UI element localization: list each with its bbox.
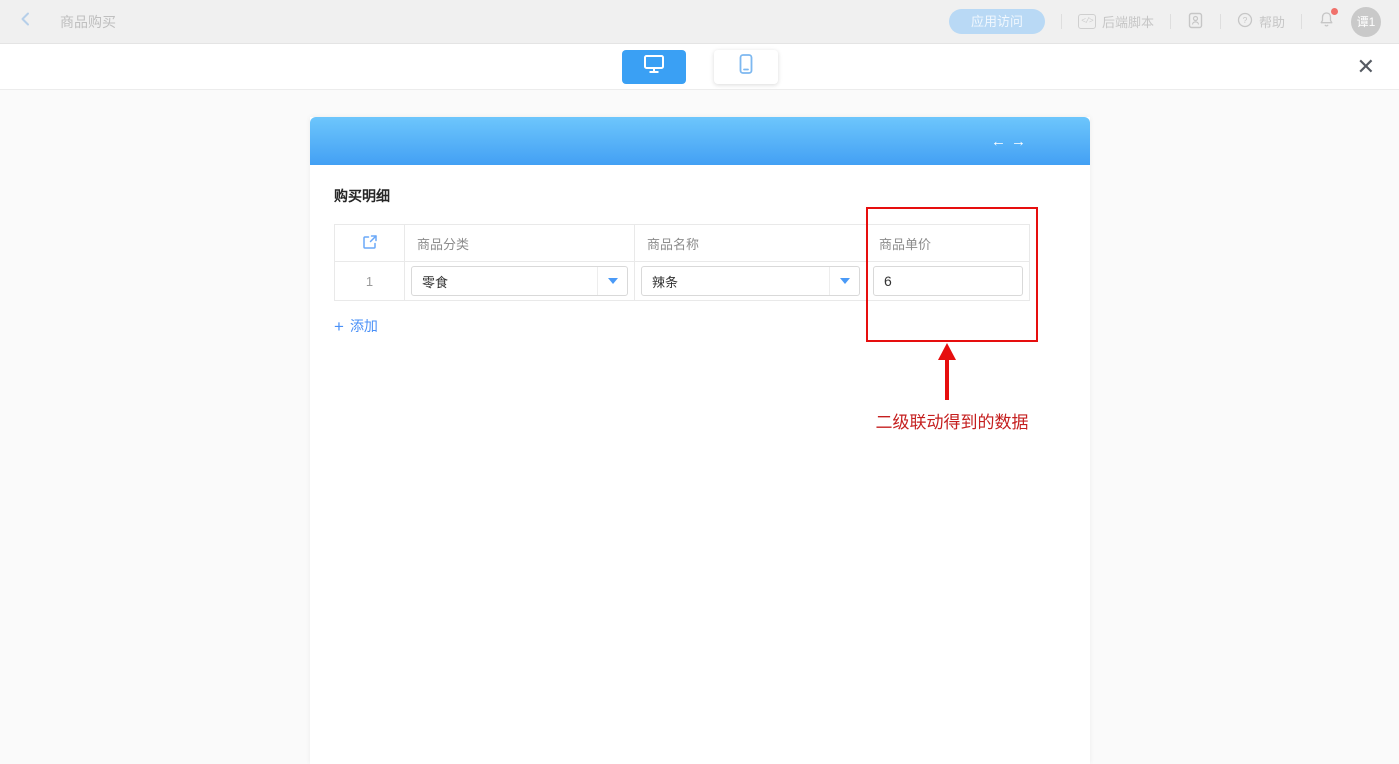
form-body: 购买明细 商品分类 商品名称 商品单价 1 零食 [310,165,1090,358]
prev-page-icon[interactable]: ← [991,133,1006,150]
column-header-category: 商品分类 [405,225,635,262]
notification-dot [1331,8,1338,15]
notifications-button[interactable] [1318,11,1335,33]
avatar[interactable]: 谭1 [1351,7,1381,37]
code-icon: </> [1078,14,1096,29]
app-access-button[interactable]: 应用访问 [949,9,1045,34]
divider [1061,14,1062,29]
form-preview-card: ← → 购买明细 商品分类 商品名称 商品单价 1 [310,117,1090,764]
product-name-select-value: 辣条 [642,272,829,291]
category-select[interactable]: 零食 [411,266,628,296]
divider [1301,14,1302,29]
category-select-value: 零食 [412,272,597,291]
subform-table: 商品分类 商品名称 商品单价 1 零食 辣条 [334,224,1030,301]
chevron-left-icon [18,11,34,32]
svg-text:?: ? [1243,15,1248,25]
mobile-phone-icon [737,53,755,80]
subform-title: 购买明细 [334,186,1066,206]
unit-price-input[interactable] [873,266,1023,296]
divider [1170,14,1171,29]
table-header-row: 商品分类 商品名称 商品单价 [335,225,1030,262]
contacts-button[interactable] [1187,12,1204,32]
annotation-arrow-line [945,358,949,400]
chevron-down-icon [608,278,618,284]
plus-icon: + [334,318,344,335]
annotation-text: 二级联动得到的数据 [866,408,1038,433]
add-row-label: 添加 [350,316,378,336]
help-icon: ? [1237,12,1253,31]
app-title: 商品购买 [60,12,116,32]
contacts-icon [1187,12,1204,32]
chevron-down-icon [840,278,850,284]
close-preview-button[interactable]: ✕ [1357,56,1375,78]
desktop-monitor-icon [643,54,665,79]
backend-script-label: 后端脚本 [1102,12,1154,31]
desktop-view-button[interactable] [622,50,686,84]
add-row-button[interactable]: + 添加 [334,316,378,336]
expand-column-header[interactable] [335,225,405,262]
help-label: 帮助 [1259,12,1285,31]
column-header-price: 商品单价 [867,225,1030,262]
mobile-view-button[interactable] [714,50,778,84]
form-header-banner: ← → [310,117,1090,165]
next-page-icon[interactable]: → [1011,133,1026,150]
backend-script-button[interactable]: </> 后端脚本 [1078,12,1154,31]
top-bar: 商品购买 应用访问 </> 后端脚本 ? 帮助 [0,0,1399,44]
back-button[interactable] [18,11,34,32]
caret-zone [829,267,859,295]
column-header-name: 商品名称 [635,225,867,262]
preview-toolbar: ✕ [0,44,1399,90]
row-index: 1 [335,262,405,301]
caret-zone [597,267,627,295]
device-toggle [622,50,778,84]
help-button[interactable]: ? 帮助 [1237,12,1285,31]
app-window: 商品购买 应用访问 </> 后端脚本 ? 帮助 [0,0,1399,764]
external-link-icon [362,238,378,253]
divider [1220,14,1221,29]
table-row: 1 零食 辣条 [335,262,1030,301]
product-name-select[interactable]: 辣条 [641,266,860,296]
